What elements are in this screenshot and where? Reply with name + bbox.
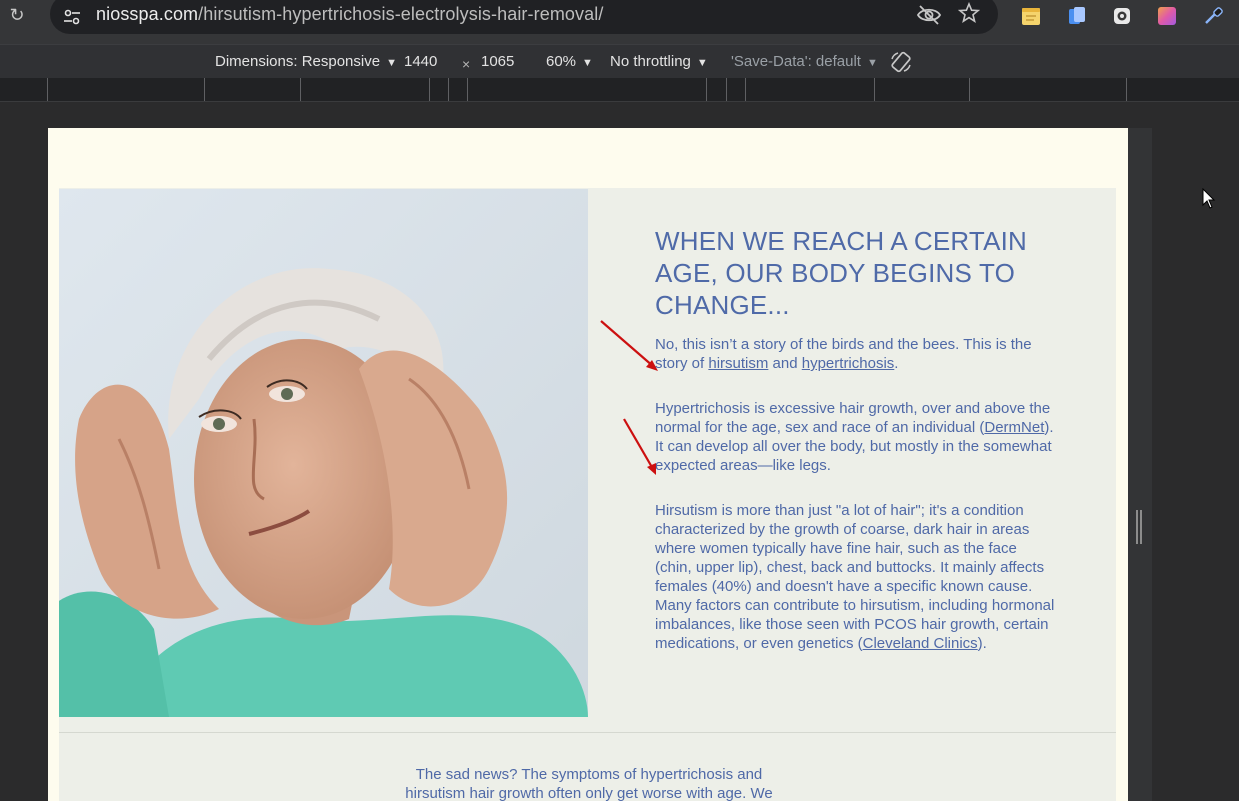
ruler-tick: [300, 78, 301, 101]
p1-text-after: .: [894, 355, 899, 372]
browser-toolbar: ↻ niosspa.com/hirsutism-hypertrichosis-e…: [0, 0, 1239, 44]
address-bar[interactable]: niosspa.com/hirsutism-hypertrichosis-ele…: [50, 0, 998, 34]
viewport-scrollbar[interactable]: [1128, 128, 1152, 801]
media-query-ruler[interactable]: [0, 78, 1239, 102]
ruler-tick: [745, 78, 746, 101]
zoom-dropdown[interactable]: 60% ▼: [546, 53, 593, 70]
mouse-cursor-icon: [1202, 188, 1216, 209]
cleveland-clinics-link[interactable]: Cleveland Clinics: [863, 635, 978, 652]
rotate-icon[interactable]: [889, 50, 913, 74]
camera-extension-icon[interactable]: [1111, 5, 1133, 27]
notes-extension-icon[interactable]: [1020, 5, 1042, 27]
ruler-tick: [969, 78, 970, 101]
ruler-tick: [726, 78, 727, 101]
emulated-viewport: WHEN WE REACH A CERTAIN AGE, OUR BODY BE…: [48, 128, 1128, 801]
dimensions-dropdown[interactable]: Dimensions: Responsive ▼: [215, 53, 397, 70]
hypertrichosis-link[interactable]: hypertrichosis: [802, 355, 895, 372]
chevron-down-icon: ▼: [696, 57, 708, 69]
eye-off-icon[interactable]: [916, 4, 942, 26]
page-headline: WHEN WE REACH A CERTAIN AGE, OUR BODY BE…: [655, 226, 1028, 320]
device-toolbar: Dimensions: Responsive ▼ 1440 × 1065 60% ▼…: [0, 44, 1239, 79]
ruler-tick: [47, 78, 48, 101]
width-input[interactable]: 1440: [404, 53, 437, 70]
ruler-tick: [706, 78, 707, 101]
chevron-down-icon: ▼: [582, 57, 593, 69]
article-text: WHEN WE REACH A CERTAIN AGE, OUR BODY BE…: [655, 225, 1055, 653]
ruler-tick: [467, 78, 468, 101]
document-extension-icon[interactable]: [1066, 5, 1088, 27]
annotation-arrow-icon: [600, 320, 658, 371]
p3-text-after: ).: [977, 635, 987, 652]
reload-icon[interactable]: ↻: [6, 4, 28, 26]
ruler-tick: [204, 78, 205, 101]
throttling-label: No throttling: [610, 53, 691, 70]
hirsutism-link[interactable]: hirsutism: [708, 355, 768, 372]
color-extension-icon[interactable]: [1156, 5, 1178, 27]
ruler-tick: [429, 78, 430, 101]
eyedropper-icon[interactable]: [1202, 5, 1224, 27]
ruler-tick: [1126, 78, 1127, 101]
sad-news-paragraph: The sad news? The symptoms of hypertrich…: [405, 766, 773, 801]
bookmark-star-icon[interactable]: [958, 2, 980, 24]
woman-portrait-image: [59, 189, 588, 717]
annotation-arrow-icon: [623, 418, 656, 475]
save-data-dropdown[interactable]: 'Save-Data': default ▼: [731, 53, 878, 70]
url-path: /hirsutism-hypertrichosis-electrolysis-h…: [198, 4, 604, 24]
dimensions-label: Dimensions: Responsive: [215, 53, 381, 70]
ruler-tick: [874, 78, 875, 101]
times-icon: ×: [462, 56, 471, 72]
ruler-tick: [448, 78, 449, 101]
section-divider: [59, 732, 1116, 733]
url-text[interactable]: niosspa.com/hirsutism-hypertrichosis-ele…: [96, 4, 603, 25]
p1-text-mid: and: [768, 355, 802, 372]
dermnet-link[interactable]: DermNet: [984, 419, 1044, 436]
hirsutism-paragraph: Hirsutism is more than just "a lot of ha…: [655, 501, 1055, 653]
throttling-dropdown[interactable]: No throttling ▼: [610, 53, 708, 70]
intro-paragraph: No, this isn’t a story of the birds and …: [655, 335, 1055, 373]
resize-handle[interactable]: [1136, 510, 1142, 544]
chevron-down-icon: ▼: [866, 57, 878, 69]
zoom-label: 60%: [546, 53, 577, 70]
hypertrichosis-paragraph: Hypertrichosis is excessive hair growth,…: [655, 399, 1055, 475]
site-info-icon[interactable]: [61, 6, 83, 28]
url-host: niosspa.com: [96, 4, 199, 24]
save-data-label: 'Save-Data': default: [731, 53, 861, 70]
content-section: WHEN WE REACH A CERTAIN AGE, OUR BODY BE…: [59, 188, 1116, 801]
height-input[interactable]: 1065: [481, 53, 514, 70]
p3-text-before: Hirsutism is more than just "a lot of ha…: [655, 502, 1055, 652]
chevron-down-icon: ▼: [386, 57, 397, 69]
